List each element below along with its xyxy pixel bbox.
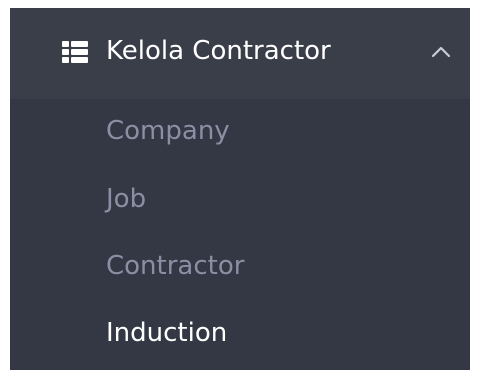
submenu-item-company[interactable]: Company — [106, 113, 230, 149]
submenu-item-contractor[interactable]: Contractor — [106, 248, 244, 284]
chevron-up-icon[interactable] — [429, 44, 453, 60]
submenu-item-induction[interactable]: Induction — [106, 315, 227, 351]
sidebar-menu: Kelola Contractor Company Job Contractor… — [10, 8, 470, 370]
kelola-contractor-menu-toggle[interactable]: Kelola Contractor — [10, 8, 470, 99]
list-icon — [62, 41, 88, 63]
submenu-item-job[interactable]: Job — [106, 181, 146, 217]
menu-title: Kelola Contractor — [106, 36, 331, 66]
